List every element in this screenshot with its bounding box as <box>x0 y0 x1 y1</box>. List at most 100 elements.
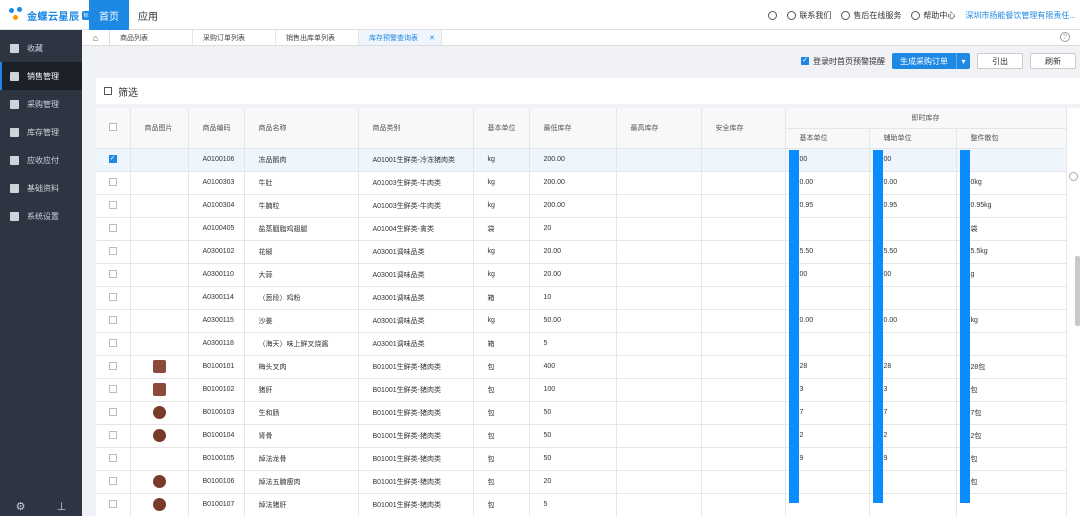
cell-safety-stock[interactable] <box>701 493 786 516</box>
cell-pack-qty[interactable] <box>956 493 1067 516</box>
cell-name[interactable]: 生和肠 <box>244 401 359 425</box>
filter-expand-icon[interactable] <box>104 87 112 95</box>
cell-name[interactable]: 焯法五腩瘦肉 <box>244 470 359 494</box>
cell-pack-qty[interactable]: kg <box>956 309 1067 333</box>
table-row[interactable]: A0100405 盐蒸胭脂鸡翅腿 A01004生鲜类-禽类袋 20 袋 <box>96 217 1067 241</box>
cell-min-stock[interactable]: 50 <box>529 447 617 471</box>
cell-max-stock[interactable] <box>616 470 702 494</box>
row-checkbox[interactable] <box>108 223 117 232</box>
cell-category[interactable]: A01003生鲜类-牛肉类 <box>358 171 474 195</box>
contact-link[interactable]: 联系我们 <box>787 10 831 21</box>
table-row[interactable]: A0300102 花椒 A03001调味品类 kg 20.00 5.50 5.50 5.5kg <box>96 240 1067 264</box>
cell[interactable] <box>96 148 131 172</box>
home-tab-icon[interactable]: ⌂ <box>82 30 110 45</box>
cell-safety-stock[interactable] <box>701 309 786 333</box>
cell-min-stock[interactable]: 20.00 <box>529 263 617 287</box>
cell-pack-qty[interactable]: 袋 <box>956 217 1067 241</box>
cell-unit[interactable]: kg <box>473 171 530 195</box>
cell-category[interactable]: B01001生鲜类-猪肉类 <box>358 401 474 425</box>
cell-unit[interactable]: kg <box>473 309 530 333</box>
table-row[interactable]: B0100103 生和肠 B01001生鲜类-猪肉类包 50 7 7 7包 <box>96 401 1067 425</box>
column-settings-icon[interactable] <box>1069 172 1078 181</box>
select-all-cell[interactable] <box>96 108 131 149</box>
cell[interactable] <box>96 424 131 448</box>
refresh-button[interactable]: 刷新 <box>1030 53 1076 69</box>
cell-max-stock[interactable] <box>616 401 702 425</box>
cell-pack-qty[interactable]: 包 <box>956 470 1067 494</box>
cell-safety-stock[interactable] <box>701 263 786 287</box>
cell-safety-stock[interactable] <box>701 194 786 218</box>
cell-name[interactable]: 梅头叉肉 <box>244 355 359 379</box>
cell-name[interactable]: （葱段）鸡粉 <box>244 286 359 310</box>
row-checkbox[interactable] <box>108 292 117 301</box>
tab-stock-warning[interactable]: 库存预警查询表 ✕ <box>359 30 442 45</box>
header-image[interactable]: 商品图片 <box>130 108 189 149</box>
cell-code[interactable]: A0100405 <box>188 217 245 241</box>
login-warning-checkbox[interactable]: 登录时首页预警提醒 <box>801 56 885 67</box>
cell-code[interactable]: A0100106 <box>188 148 245 172</box>
cell[interactable] <box>130 470 189 494</box>
vertical-scrollbar[interactable] <box>1075 256 1080 326</box>
select-all-checkbox[interactable] <box>108 122 117 131</box>
cell-pack-qty[interactable]: 包 <box>956 378 1067 402</box>
cell-category[interactable]: A01001生鲜类-冷冻猪肉类 <box>358 148 474 172</box>
tab-sales-outbound[interactable]: 销售出库单列表 <box>276 30 359 45</box>
cell-code[interactable]: B0100103 <box>188 401 245 425</box>
cell-category[interactable]: B01001生鲜类-猪肉类 <box>358 470 474 494</box>
cell-pack-qty[interactable]: 7包 <box>956 401 1067 425</box>
cell-min-stock[interactable]: 20 <box>529 470 617 494</box>
cell-code[interactable]: A0100303 <box>188 171 245 195</box>
cell-unit[interactable]: 包 <box>473 470 530 494</box>
table-row[interactable]: B0100107 焯法猪肝 B01001生鲜类-猪肉类包 5 <box>96 493 1067 516</box>
cell-name[interactable]: 肾骨 <box>244 424 359 448</box>
row-checkbox[interactable] <box>108 338 117 347</box>
cell-safety-stock[interactable] <box>701 355 786 379</box>
cell-min-stock[interactable]: 200.00 <box>529 148 617 172</box>
cell-unit[interactable]: kg <box>473 194 530 218</box>
export-button[interactable]: 引出 <box>977 53 1023 69</box>
cell[interactable] <box>96 470 131 494</box>
cell[interactable] <box>130 263 189 287</box>
cell-category[interactable]: B01001生鲜类-猪肉类 <box>358 447 474 471</box>
cell-code[interactable]: B0100104 <box>188 424 245 448</box>
cell-code[interactable]: A0300110 <box>188 263 245 287</box>
cell-safety-stock[interactable] <box>701 470 786 494</box>
cell-min-stock[interactable]: 5 <box>529 493 617 516</box>
cell[interactable] <box>96 447 131 471</box>
cell-name[interactable]: 牛肚 <box>244 171 359 195</box>
cell-min-stock[interactable]: 5 <box>529 332 617 356</box>
cell-name[interactable]: 沙姜 <box>244 309 359 333</box>
cell-pack-qty[interactable]: 0kg <box>956 171 1067 195</box>
cell-max-stock[interactable] <box>616 240 702 264</box>
header-safety-stock[interactable]: 安全库存 <box>701 108 786 149</box>
row-checkbox[interactable] <box>108 384 117 393</box>
cell-pack-qty[interactable]: 包 <box>956 447 1067 471</box>
cell-max-stock[interactable] <box>616 355 702 379</box>
tab-product-list[interactable]: 商品列表 <box>110 30 193 45</box>
cell-min-stock[interactable]: 50.00 <box>529 309 617 333</box>
search-button[interactable] <box>768 10 778 20</box>
cell-max-stock[interactable] <box>616 148 702 172</box>
cell-safety-stock[interactable] <box>701 148 786 172</box>
cell-pack-qty[interactable] <box>956 332 1067 356</box>
cell-code[interactable]: A0300118 <box>188 332 245 356</box>
cell-name[interactable]: 花椒 <box>244 240 359 264</box>
cell-min-stock[interactable]: 20 <box>529 217 617 241</box>
row-checkbox[interactable] <box>108 407 117 416</box>
cell[interactable] <box>130 240 189 264</box>
cell-safety-stock[interactable] <box>701 286 786 310</box>
help-link[interactable]: 帮助中心 <box>911 10 955 21</box>
header-pack[interactable]: 整件散包 <box>956 128 1067 149</box>
table-row[interactable]: B0100104 肾骨 B01001生鲜类-猪肉类包 50 2 2 2包 <box>96 424 1067 448</box>
cell[interactable] <box>130 493 189 516</box>
cell-pack-qty[interactable]: 5.5kg <box>956 240 1067 264</box>
cell-min-stock[interactable]: 200.00 <box>529 194 617 218</box>
cell-name[interactable]: 盐蒸胭脂鸡翅腿 <box>244 217 359 241</box>
help-icon[interactable]: ? <box>1060 32 1070 42</box>
cell-category[interactable]: B01001生鲜类-猪肉类 <box>358 493 474 516</box>
table-row[interactable]: A0300110 大蒜 A03001调味品类 kg 20.00 00 00 g <box>96 263 1067 287</box>
table-row[interactable]: B0100106 焯法五腩瘦肉 B01001生鲜类-猪肉类包 20 包 <box>96 470 1067 494</box>
cell[interactable] <box>130 309 189 333</box>
cell[interactable] <box>130 171 189 195</box>
cell[interactable] <box>130 332 189 356</box>
